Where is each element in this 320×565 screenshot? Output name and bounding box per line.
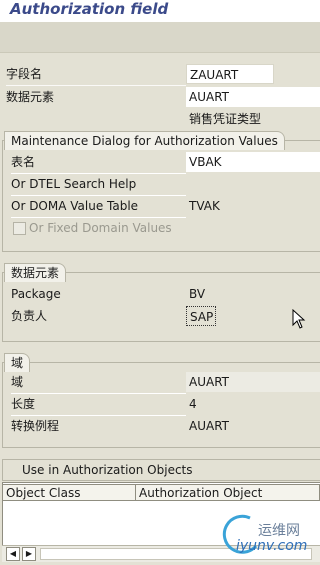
table-name-label: 表名 — [11, 155, 36, 169]
maintenance-dialog-title: Maintenance Dialog for Authorization Val… — [4, 131, 285, 150]
package-label: Package — [11, 287, 61, 301]
column-header-authorization-object[interactable]: Authorization Object — [135, 484, 320, 501]
dtel-search-help-label: Or DTEL Search Help — [11, 177, 137, 191]
column-header-object-class[interactable]: Object Class — [2, 484, 136, 501]
domain-group-title: 域 — [4, 353, 31, 372]
toolbar — [0, 22, 320, 53]
fixed-domain-label: Or Fixed Domain Values — [29, 221, 172, 235]
package-value: BV — [189, 287, 206, 301]
data-element-label: 数据元素 — [6, 90, 55, 104]
watermark-cn: 运维网 — [258, 523, 300, 539]
watermark-en: iyunv.com — [236, 538, 308, 554]
separator — [11, 393, 186, 394]
doma-value-table-value: TVAK — [189, 199, 220, 213]
data-element-group-title: 数据元素 — [4, 263, 67, 282]
domain-label: 域 — [11, 375, 24, 389]
length-value: 4 — [189, 397, 197, 411]
mouse-pointer-icon — [292, 309, 306, 329]
auth-objects-title: Use in Authorization Objects — [22, 463, 193, 477]
conversion-routine-label: 转换例程 — [11, 419, 60, 433]
field-name-input[interactable]: ZAUART — [186, 64, 274, 84]
table-name-input[interactable]: VBAK — [186, 152, 320, 172]
right-arrow-icon[interactable]: ▶ — [22, 547, 36, 561]
window-title: Authorization field — [0, 0, 320, 22]
length-label: 长度 — [11, 397, 36, 411]
data-element-input[interactable]: AUART — [186, 87, 320, 107]
conversion-routine-value: AUART — [189, 419, 229, 433]
domain-value: AUART — [186, 372, 320, 392]
left-arrow-icon[interactable]: ◀ — [6, 547, 20, 561]
fixed-domain-checkbox[interactable] — [13, 222, 26, 235]
owner-label: 负责人 — [11, 309, 48, 323]
doma-value-table-label: Or DOMA Value Table — [11, 199, 139, 213]
data-element-description: 销售凭证类型 — [189, 112, 262, 126]
field-name-label: 字段名 — [6, 67, 43, 81]
separator — [6, 85, 186, 86]
dtel-search-help-value — [186, 174, 320, 194]
owner-value[interactable]: SAP — [186, 306, 216, 326]
data-element-group — [2, 272, 320, 342]
